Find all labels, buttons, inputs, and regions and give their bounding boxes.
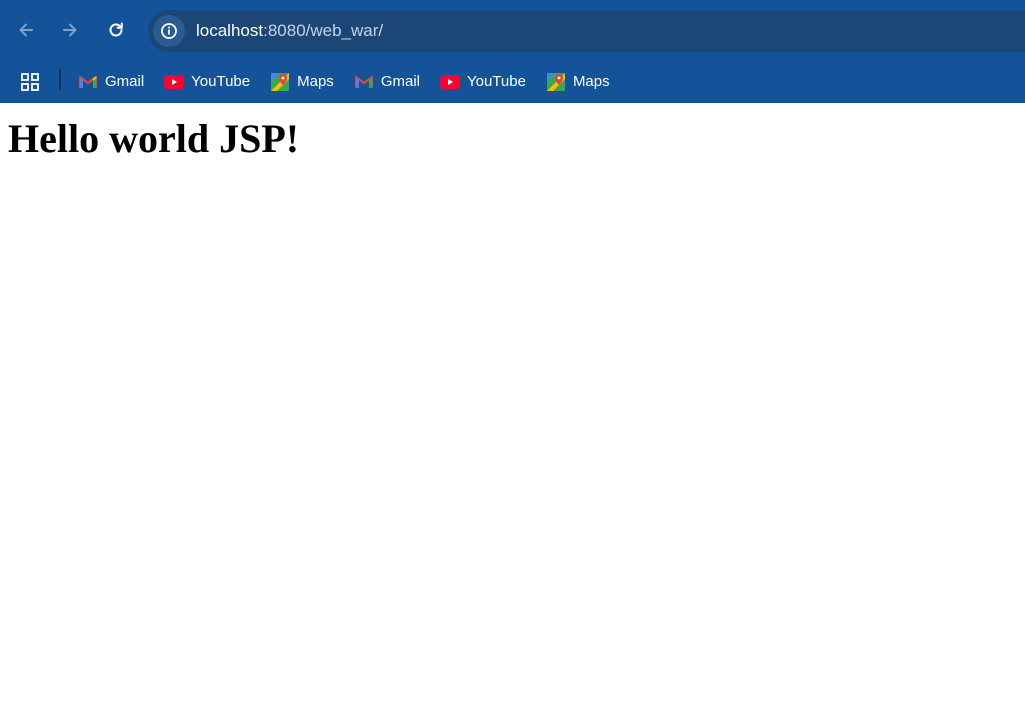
- bookmarks-bar: Gmail YouTube Maps Gmail YouTube Maps: [0, 60, 1025, 103]
- youtube-icon: [439, 73, 460, 91]
- bookmark-maps[interactable]: Maps: [546, 67, 616, 97]
- url-path: :8080/web_war/: [263, 21, 384, 40]
- bookmark-label: YouTube: [466, 73, 526, 90]
- gmail-icon: [354, 73, 374, 91]
- bookmark-label: YouTube: [191, 73, 251, 90]
- maps-icon: [546, 72, 566, 91]
- forward-arrow-icon: [63, 23, 77, 37]
- bookmark-maps[interactable]: Maps: [270, 67, 340, 97]
- info-icon: [161, 23, 177, 39]
- bookmark-label: Gmail: [380, 73, 420, 90]
- url-text[interactable]: localhost:8080/web_war/: [196, 21, 383, 41]
- address-bar[interactable]: localhost:8080/web_war/: [148, 10, 1025, 52]
- page-heading: Hello world JSP!: [8, 116, 300, 161]
- reload-button[interactable]: [98, 12, 134, 48]
- back-arrow-icon: [19, 23, 33, 37]
- bookmark-youtube[interactable]: YouTube: [439, 67, 532, 97]
- url-host: localhost: [196, 21, 264, 40]
- bookmark-gmail[interactable]: Gmail: [354, 67, 426, 97]
- browser-chrome: localhost:8080/web_war/ Gmail YouTube Ma…: [0, 0, 1025, 103]
- bookmark-youtube[interactable]: YouTube: [164, 67, 256, 97]
- bookmark-label: Maps: [297, 73, 334, 90]
- back-button[interactable]: [8, 12, 44, 48]
- forward-button[interactable]: [52, 12, 88, 48]
- bookmark-label: Gmail: [105, 73, 145, 90]
- youtube-icon: [164, 73, 185, 91]
- browser-toolbar: localhost:8080/web_war/: [0, 0, 1025, 60]
- apps-grid-icon: [21, 73, 39, 91]
- bookmarks-divider: [59, 69, 61, 90]
- page-content: Hello world JSP!: [0, 116, 1025, 162]
- bookmark-label: Maps: [572, 73, 610, 90]
- bookmark-gmail[interactable]: Gmail: [78, 67, 150, 97]
- apps-button[interactable]: [18, 70, 42, 94]
- gmail-icon: [78, 73, 98, 91]
- site-info-button[interactable]: [153, 15, 185, 47]
- maps-icon: [270, 72, 290, 91]
- reload-icon: [109, 22, 123, 37]
- bookmarks-list: Gmail YouTube Maps Gmail YouTube Maps: [78, 60, 630, 103]
